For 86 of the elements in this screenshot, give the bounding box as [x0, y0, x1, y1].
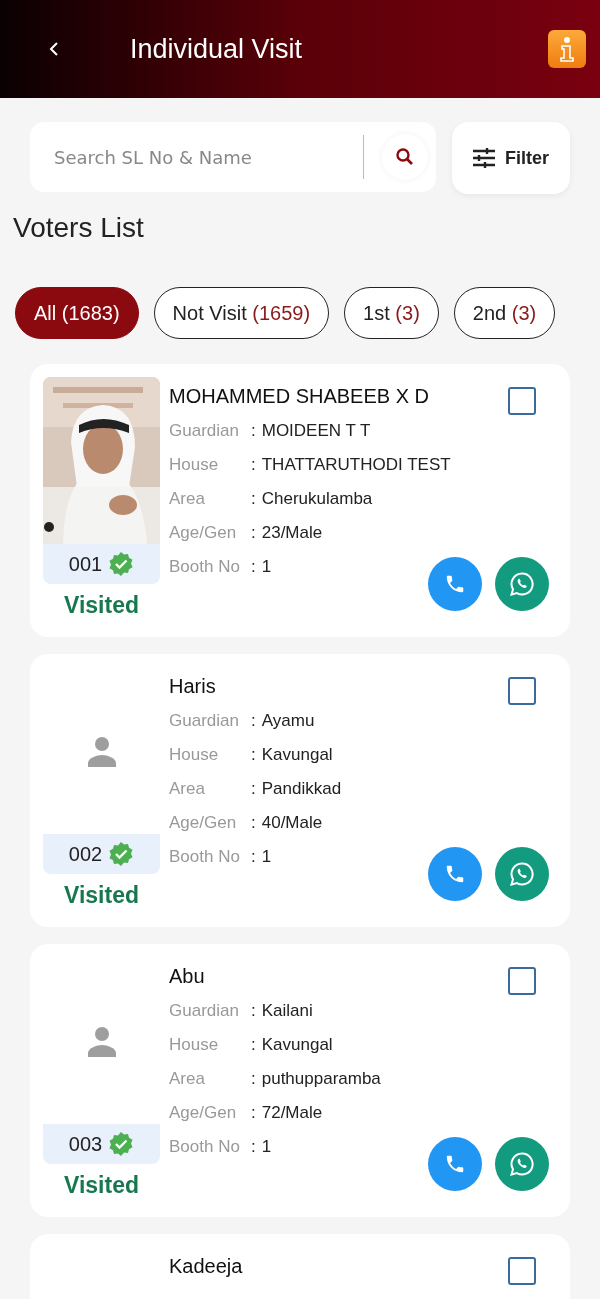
field-label: Guardian — [169, 711, 240, 731]
voter-name: MOHAMMED SHABEEB X D — [169, 385, 431, 408]
whatsapp-button[interactable] — [495, 557, 549, 611]
call-button[interactable] — [428, 1137, 482, 1191]
field-separator: : — [251, 557, 256, 577]
field-label: House — [169, 745, 220, 765]
field-separator: : — [251, 745, 256, 765]
phone-icon — [444, 573, 466, 595]
serial-number: 003 — [68, 1132, 103, 1156]
field-separator: : — [251, 1001, 256, 1021]
filter-chip[interactable]: 1st (3) — [344, 287, 439, 339]
field-separator: : — [251, 779, 256, 799]
field-label: Booth No — [169, 847, 241, 867]
call-button[interactable] — [428, 847, 482, 901]
field-value: 1 — [261, 847, 272, 867]
field-value: Kailani — [261, 1001, 313, 1021]
field-separator: : — [251, 421, 256, 441]
select-checkbox[interactable] — [508, 387, 536, 415]
field-separator: : — [251, 847, 256, 867]
field-separator: : — [251, 489, 256, 509]
visit-status: Visited — [64, 882, 139, 909]
filter-button[interactable]: Filter — [452, 122, 570, 194]
field-value: 40/Male — [261, 813, 323, 833]
select-checkbox[interactable] — [508, 1257, 536, 1285]
field-separator: : — [251, 813, 256, 833]
field-label: House — [169, 1035, 220, 1055]
info-button[interactable] — [548, 30, 586, 68]
person-icon — [85, 734, 118, 767]
filter-icon — [473, 148, 495, 168]
visit-status: Visited — [64, 592, 139, 619]
whatsapp-icon — [509, 1151, 535, 1177]
info-icon — [557, 36, 577, 62]
field-label: Area — [169, 779, 206, 799]
voter-name: Abu — [169, 965, 206, 988]
serial-number: 002 — [68, 842, 103, 866]
whatsapp-icon — [509, 571, 535, 597]
whatsapp-button[interactable] — [495, 1137, 549, 1191]
field-value: Cherukulamba — [261, 489, 373, 509]
field-value: Pandikkad — [261, 779, 342, 799]
field-value: Kavungal — [261, 745, 333, 765]
field-label: House — [169, 455, 220, 475]
field-value: 23/Male — [261, 523, 323, 543]
field-label: Area — [169, 489, 206, 509]
field-separator: : — [251, 455, 256, 475]
field-label: Guardian — [169, 1001, 240, 1021]
field-separator: : — [251, 523, 256, 543]
screen-title: Individual Visit — [130, 33, 304, 65]
phone-icon — [444, 1153, 466, 1175]
search-icon — [395, 147, 415, 167]
visit-status: Visited — [64, 1172, 139, 1199]
back-icon — [48, 40, 60, 58]
select-checkbox[interactable] — [508, 677, 536, 705]
field-label: Age/Gen — [169, 523, 238, 543]
field-separator: : — [251, 711, 256, 731]
field-value: puthupparamba — [261, 1069, 381, 1089]
field-label: Booth No — [169, 1137, 241, 1157]
field-label: Guardian — [169, 421, 240, 441]
field-separator: : — [251, 1103, 256, 1123]
field-value: 1 — [261, 1137, 272, 1157]
filter-chip[interactable]: All (1683) — [15, 287, 139, 339]
whatsapp-icon — [509, 861, 535, 887]
filter-chip[interactable]: Not Visit (1659) — [153, 287, 330, 339]
field-label: Age/Gen — [169, 1103, 238, 1123]
phone-icon — [444, 863, 466, 885]
field-label: Booth No — [169, 557, 241, 577]
voter-name: Kadeeja — [169, 1255, 244, 1278]
field-separator: : — [251, 1069, 256, 1089]
field-value: THATTARUTHODI TEST — [261, 455, 451, 475]
filter-chip[interactable]: 2nd (3) — [453, 287, 556, 339]
field-label: Age/Gen — [169, 813, 238, 833]
serial-number: 001 — [68, 552, 103, 576]
field-value: Ayamu — [261, 711, 315, 731]
field-separator: : — [251, 1035, 256, 1055]
search-field[interactable]: Search SL No & Name — [52, 145, 345, 169]
field-label: Area — [169, 1069, 206, 1089]
whatsapp-button[interactable] — [495, 847, 549, 901]
voter-name: Haris — [169, 675, 217, 698]
field-value: Kavungal — [261, 1035, 333, 1055]
field-separator: : — [251, 1137, 256, 1157]
field-value: 1 — [261, 557, 272, 577]
field-value: 72/Male — [261, 1103, 323, 1123]
call-button[interactable] — [428, 557, 482, 611]
section-title: Voters List — [12, 211, 145, 245]
field-value: MOIDEEN T T — [261, 421, 371, 441]
person-icon — [85, 1024, 118, 1057]
select-checkbox[interactable] — [508, 967, 536, 995]
